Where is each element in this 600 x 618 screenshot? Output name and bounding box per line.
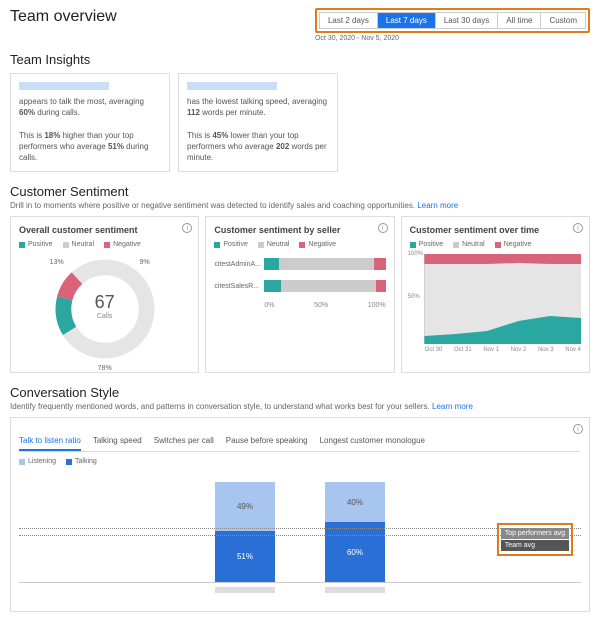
talk-listen-chart: 49% 51% 40% 60% Top performers avg Team … (19, 473, 581, 603)
conversation-style-subtitle: Identify frequently mentioned words, and… (10, 402, 590, 411)
insight-card[interactable]: has the lowest talking speed, averaging … (178, 73, 338, 172)
insight-card[interactable]: appears to talk the most, averaging 60% … (10, 73, 170, 172)
range-tab-custom[interactable]: Custom (541, 13, 585, 28)
range-tab-last-30-days[interactable]: Last 30 days (436, 13, 498, 28)
sentiment-by-seller-card: i Customer sentiment by seller Positive … (205, 216, 394, 373)
sentiment-over-time-card: i Customer sentiment over time Positive … (401, 216, 590, 373)
conversation-tabs: Talk to listen ratio Talking speed Switc… (19, 432, 581, 452)
area-chart (410, 254, 581, 344)
tab-switches-per-call[interactable]: Switches per call (154, 432, 214, 451)
donut-center-value: 67 (50, 292, 160, 313)
customer-sentiment-subtitle: Drill in to moments where positive or ne… (10, 201, 590, 210)
time-x-axis: Oct 30Oct 31Nov 1Nov 2Nov 3Nov 4 (410, 347, 581, 353)
learn-more-link[interactable]: Learn more (417, 201, 458, 210)
seller-bar[interactable]: 40% 60% (325, 482, 385, 582)
avg-labels-highlight: Top performers avg Team avg (497, 523, 573, 556)
legend-listening: Listening (19, 458, 56, 465)
page-title: Team overview (10, 8, 117, 26)
legend-positive: Positive (19, 241, 53, 248)
donut-center-label: Calls (50, 313, 160, 320)
legend-talking: Talking (66, 458, 97, 465)
tab-talk-listen-ratio[interactable]: Talk to listen ratio (19, 432, 81, 451)
overall-sentiment-card: i Overall customer sentiment Positive Ne… (10, 216, 199, 373)
conversation-style-title: Conversation Style (10, 385, 590, 400)
card-title: Customer sentiment over time (410, 225, 581, 235)
date-range-text: Oct 30, 2020 - Nov 5, 2020 (315, 35, 590, 42)
card-title: Customer sentiment by seller (214, 225, 385, 235)
card-title: Overall customer sentiment (19, 225, 190, 235)
legend-negative: Negative (104, 241, 141, 248)
legend-neutral: Neutral (63, 241, 95, 248)
x-axis: 0%50%100% (214, 302, 385, 309)
range-tab-last-2-days[interactable]: Last 2 days (320, 13, 378, 28)
info-icon[interactable]: i (573, 424, 583, 434)
range-tab-all-time[interactable]: All time (498, 13, 541, 28)
positive-pct: 13% (50, 259, 64, 266)
learn-more-link[interactable]: Learn more (432, 402, 473, 411)
range-tab-last-7-days[interactable]: Last 7 days (378, 13, 436, 28)
tab-talking-speed[interactable]: Talking speed (93, 432, 142, 451)
redacted-name (187, 82, 277, 90)
top-performers-avg-label: Top performers avg (501, 528, 569, 539)
seller-row[interactable]: citestSalesR... (214, 280, 385, 292)
neutral-pct: 78% (98, 365, 112, 372)
date-range-highlight: Last 2 days Last 7 days Last 30 days All… (315, 8, 590, 33)
seller-row[interactable]: citestAdminA... (214, 258, 385, 270)
seller-bar[interactable]: 49% 51% (215, 482, 275, 582)
redacted-name (19, 82, 109, 90)
negative-pct: 9% (140, 259, 150, 266)
info-icon[interactable]: i (378, 223, 388, 233)
date-range-tabs: Last 2 days Last 7 days Last 30 days All… (319, 12, 586, 29)
info-icon[interactable]: i (182, 223, 192, 233)
team-insights-title: Team Insights (10, 52, 590, 67)
team-avg-label: Team avg (501, 540, 569, 551)
customer-sentiment-title: Customer Sentiment (10, 184, 590, 199)
info-icon[interactable]: i (573, 223, 583, 233)
tab-pause-before-speaking[interactable]: Pause before speaking (226, 432, 308, 451)
tab-longest-monologue[interactable]: Longest customer monologue (320, 432, 425, 451)
bar-x-labels (19, 587, 581, 593)
